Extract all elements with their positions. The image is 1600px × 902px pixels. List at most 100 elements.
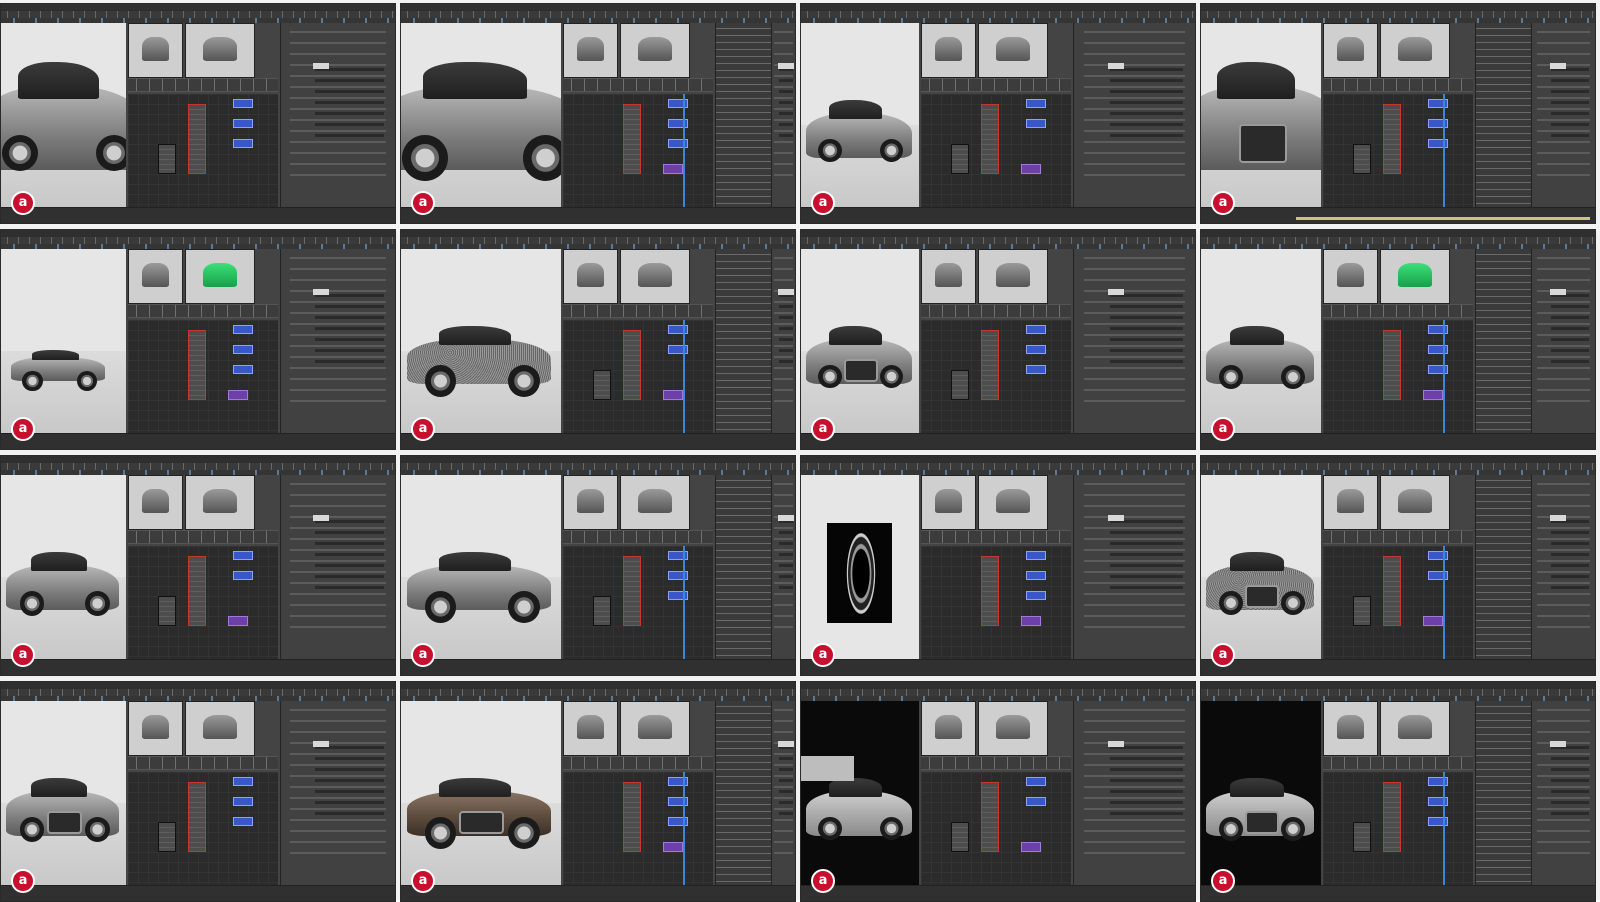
attribute-slider[interactable] <box>315 542 384 545</box>
shader-node[interactable] <box>188 556 206 626</box>
render-view[interactable] <box>1 475 126 660</box>
material-preview-large[interactable] <box>1380 23 1450 78</box>
attribute-slider[interactable] <box>1550 112 1589 115</box>
shader-node[interactable] <box>1026 99 1046 108</box>
time-slider[interactable] <box>1201 433 1595 449</box>
hypershade-tab-strip[interactable] <box>128 304 278 318</box>
hypershade-tab-strip[interactable] <box>1323 756 1473 770</box>
attribute-slider[interactable] <box>778 564 793 567</box>
attribute-slider[interactable] <box>1550 134 1589 137</box>
hypershade-tab-strip[interactable] <box>128 78 278 92</box>
shader-node[interactable] <box>668 777 688 786</box>
attribute-slider[interactable] <box>315 101 384 104</box>
color-swatch[interactable] <box>1549 63 1566 69</box>
attribute-slider[interactable] <box>1110 305 1183 308</box>
attribute-slider[interactable] <box>315 812 384 815</box>
attribute-slider[interactable] <box>1550 123 1589 126</box>
time-slider[interactable] <box>1 885 395 901</box>
attribute-slider[interactable] <box>778 101 793 104</box>
shelf-toolbar[interactable] <box>1201 11 1595 18</box>
attribute-slider[interactable] <box>1110 812 1183 815</box>
material-preview-thumb[interactable] <box>921 701 976 756</box>
menu-bar[interactable] <box>401 4 795 11</box>
shader-node[interactable] <box>668 817 688 826</box>
color-swatch[interactable] <box>778 63 795 69</box>
shader-node[interactable] <box>1428 139 1448 148</box>
attribute-slider[interactable] <box>1550 531 1589 534</box>
attribute-slider[interactable] <box>315 779 384 782</box>
shelf-toolbar[interactable] <box>401 11 795 18</box>
attribute-slider[interactable] <box>1550 305 1589 308</box>
shader-node[interactable] <box>981 556 999 626</box>
attribute-slider[interactable] <box>1550 575 1589 578</box>
shader-node[interactable] <box>1353 144 1371 174</box>
material-preview-thumb[interactable] <box>563 249 618 304</box>
attribute-slider[interactable] <box>1110 360 1183 363</box>
attribute-editor[interactable] <box>280 249 395 434</box>
node-editor-graph[interactable] <box>921 320 1071 434</box>
node-editor-graph[interactable] <box>128 772 278 886</box>
render-view[interactable] <box>801 475 919 660</box>
attribute-slider[interactable] <box>1550 360 1589 363</box>
outliner-panel[interactable] <box>715 249 771 434</box>
shader-node[interactable] <box>1026 797 1046 806</box>
node-editor-graph[interactable] <box>921 772 1071 886</box>
shader-node[interactable] <box>233 551 253 560</box>
attribute-slider[interactable] <box>1550 542 1589 545</box>
color-swatch[interactable] <box>312 515 329 521</box>
attribute-slider[interactable] <box>315 768 384 771</box>
attribute-slider[interactable] <box>778 305 793 308</box>
shader-node[interactable] <box>623 104 641 174</box>
attribute-slider[interactable] <box>1110 112 1183 115</box>
attribute-slider[interactable] <box>1110 553 1183 556</box>
attribute-editor[interactable] <box>1073 701 1195 886</box>
color-swatch[interactable] <box>778 741 795 747</box>
attribute-slider[interactable] <box>778 553 793 556</box>
attribute-slider[interactable] <box>778 79 793 82</box>
menu-bar[interactable] <box>801 4 1195 11</box>
shader-node[interactable] <box>233 99 253 108</box>
attribute-slider[interactable] <box>315 575 384 578</box>
shader-node[interactable] <box>593 596 611 626</box>
material-preview-large[interactable] <box>185 475 255 530</box>
attribute-slider[interactable] <box>1110 123 1183 126</box>
material-preview-thumb[interactable] <box>128 701 183 756</box>
shader-node[interactable] <box>668 551 688 560</box>
render-view[interactable] <box>1 249 126 434</box>
node-editor-graph[interactable] <box>1323 94 1473 208</box>
shader-node[interactable] <box>1353 822 1371 852</box>
material-preview-large[interactable] <box>185 249 255 304</box>
shader-node[interactable] <box>663 390 683 400</box>
shader-node[interactable] <box>668 591 688 600</box>
shader-node[interactable] <box>1026 571 1046 580</box>
menu-bar[interactable] <box>1201 4 1595 11</box>
color-swatch[interactable] <box>312 63 329 69</box>
shader-node[interactable] <box>233 345 253 354</box>
node-editor-graph[interactable] <box>1323 546 1473 660</box>
attribute-slider[interactable] <box>1110 790 1183 793</box>
shader-node[interactable] <box>1026 777 1046 786</box>
attribute-slider[interactable] <box>1550 349 1589 352</box>
attribute-slider[interactable] <box>1550 790 1589 793</box>
outliner-panel[interactable] <box>715 701 771 886</box>
shader-node[interactable] <box>233 365 253 374</box>
attribute-slider[interactable] <box>778 790 793 793</box>
attribute-slider[interactable] <box>1550 338 1589 341</box>
render-view[interactable] <box>401 701 561 886</box>
attribute-editor[interactable] <box>280 701 395 886</box>
attribute-slider[interactable] <box>778 134 793 137</box>
material-preview-large[interactable] <box>978 249 1048 304</box>
shelf-toolbar[interactable] <box>401 463 795 470</box>
hypershade-tab-strip[interactable] <box>921 530 1071 544</box>
attribute-slider[interactable] <box>1550 779 1589 782</box>
shader-node[interactable] <box>1026 551 1046 560</box>
shader-node[interactable] <box>1428 119 1448 128</box>
shader-node[interactable] <box>188 330 206 400</box>
attribute-editor[interactable] <box>1073 23 1195 208</box>
attribute-editor[interactable] <box>280 23 395 208</box>
time-slider[interactable] <box>1 659 395 675</box>
attribute-slider[interactable] <box>315 134 384 137</box>
shelf-toolbar[interactable] <box>801 689 1195 696</box>
color-swatch[interactable] <box>1549 741 1566 747</box>
material-preview-thumb[interactable] <box>1323 249 1378 304</box>
